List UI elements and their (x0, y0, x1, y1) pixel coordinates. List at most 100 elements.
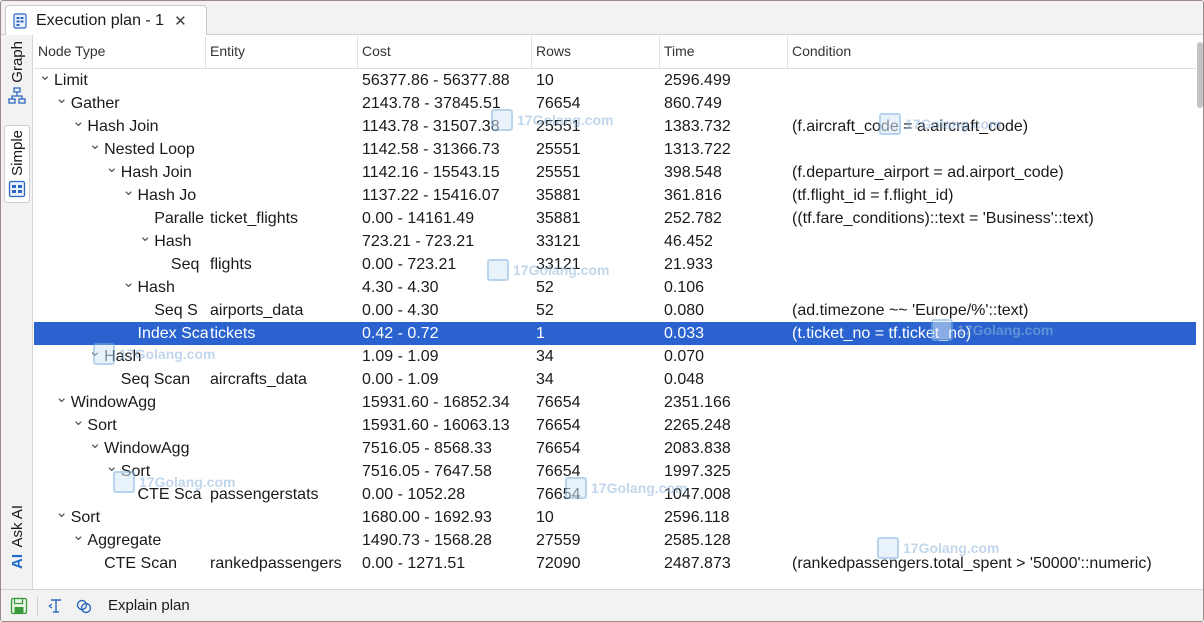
table-row[interactable]: ⌄ Hash Join 1142.16 - 15543.15 25551 398.548… (34, 161, 1196, 184)
vertical-scrollbar[interactable] (1196, 36, 1203, 588)
cost-cell: 0.00 - 1052.28 (362, 486, 466, 503)
chevron-down-icon[interactable]: ⌄ (105, 161, 119, 175)
table-row[interactable]: ⌄ Nested Loop 1142.58 - 31366.73 25551 1313.… (34, 138, 1196, 161)
node-type-label: Index Scar (137, 325, 209, 342)
entity-cell (210, 161, 358, 184)
time-cell: 1383.732 (664, 118, 731, 135)
table-row[interactable]: Seq flights 0.00 - 723.21 33121 21.933 (34, 253, 1196, 276)
node-type-label: Seq Scan (120, 371, 191, 388)
tab-ask-ai[interactable]: Ask AI AI (4, 505, 30, 569)
table-row[interactable]: CTE Sca passengerstats 0.00 - 1052.28 76654… (34, 483, 1196, 506)
scrollbar-thumb[interactable] (1197, 42, 1203, 108)
table-row[interactable]: ⌄ Sort 7516.05 - 7647.58 76654 1997.325 (34, 460, 1196, 483)
entity-cell: ticket_flights (210, 210, 299, 227)
table-row[interactable]: Seq Scan aircrafts_data 0.00 - 1.09 34 0.048 (34, 368, 1196, 391)
chevron-down-icon[interactable]: ⌄ (88, 437, 102, 451)
bottom-toolbar: Explain plan (1, 589, 1203, 621)
table-row[interactable]: ⌄ Hash Join 1143.78 - 31507.38 25551 1383.73… (34, 115, 1196, 138)
chevron-down-icon[interactable]: ⌄ (122, 184, 136, 198)
table-row[interactable]: CTE Scan rankedpassengers 0.00 - 1271.51 72… (34, 552, 1196, 575)
condition-cell (792, 368, 1196, 391)
table-row[interactable]: Seq S airports_data 0.00 - 4.30 52 0.080 (ad.… (34, 299, 1196, 322)
explain-plan-button[interactable]: Explain plan (108, 597, 190, 614)
tab-graph[interactable]: Graph (4, 41, 30, 105)
node-type-cell: ⌄ Hash Join (34, 161, 208, 184)
rows-cell: 25551 (536, 164, 581, 181)
table-row[interactable]: ⌄ Hash Jo 1137.22 - 15416.07 35881 361.816 (t… (34, 184, 1196, 207)
entity-cell (210, 414, 358, 437)
node-type-cell: ⌄ Hash (34, 230, 208, 253)
time-cell: 0.070 (664, 348, 705, 365)
condition-cell (792, 138, 1196, 161)
column-header-time[interactable]: Time (660, 36, 788, 69)
table-row[interactable]: ⌄ Sort 15931.60 - 16063.13 76654 2265.248 (34, 414, 1196, 437)
entity-cell: tickets (210, 325, 256, 342)
time-cell: 252.782 (664, 210, 722, 227)
time-cell: 398.548 (664, 164, 722, 181)
entity-cell: airports_data (210, 302, 304, 319)
tab-title: Execution plan - 1 (36, 11, 165, 29)
table-row[interactable]: ⌄ Hash 723.21 - 723.21 33121 46.452 (34, 230, 1196, 253)
chevron-down-icon[interactable]: ⌄ (138, 230, 152, 244)
column-header-rows[interactable]: Rows (532, 36, 660, 69)
rows-cell: 76654 (536, 440, 581, 457)
condition-cell (792, 391, 1196, 414)
table-row[interactable]: ⌄ Aggregate 1490.73 - 1568.28 27559 2585.128 (34, 529, 1196, 552)
graph-tab-label: Graph (8, 41, 26, 83)
chevron-down-icon[interactable]: ⌄ (88, 138, 102, 152)
column-header-entity[interactable]: Entity (206, 36, 358, 69)
node-type-label: WindowAgg (104, 440, 190, 457)
simple-tab-label: Simple (8, 130, 26, 176)
cost-cell: 2143.78 - 37845.51 (362, 95, 501, 112)
chevron-down-icon[interactable]: ⌄ (71, 529, 85, 543)
cost-cell: 0.00 - 1271.51 (362, 555, 466, 572)
rows-cell: 72090 (536, 555, 581, 572)
column-header-node-type[interactable]: Node Type (34, 36, 206, 69)
chevron-down-icon[interactable]: ⌄ (38, 69, 52, 83)
chevron-down-icon[interactable]: ⌄ (55, 391, 69, 405)
chevron-down-icon[interactable]: ⌄ (71, 115, 85, 129)
table-row[interactable]: Paralle ticket_flights 0.00 - 14161.49 3588… (34, 207, 1196, 230)
node-type-cell: Paralle (34, 207, 208, 230)
close-icon[interactable]: ✕ (174, 12, 187, 30)
table-row[interactable]: ⌄ Gather 2143.78 - 37845.51 76654 860.749 (34, 92, 1196, 115)
chevron-down-icon[interactable]: ⌄ (55, 506, 69, 520)
tab-simple[interactable]: Simple (4, 125, 30, 203)
node-type-label: Sort (70, 509, 101, 526)
node-type-cell: ⌄ WindowAgg (34, 391, 208, 414)
chevron-down-icon[interactable]: ⌄ (105, 460, 119, 474)
table-row[interactable]: ⌄ Limit 56377.86 - 56377.88 10 2596.499 (34, 69, 1196, 92)
save-icon[interactable] (9, 596, 29, 616)
tab-execution-plan[interactable]: Execution plan - 1 ✕ (5, 5, 207, 35)
chevron-down-icon[interactable]: ⌄ (88, 345, 102, 359)
node-type-cell: ⌄ Sort (34, 506, 208, 529)
chevron-down-icon[interactable]: ⌄ (55, 92, 69, 106)
node-type-cell: ⌄ Hash Join (34, 115, 208, 138)
table-row[interactable]: Index Scar tickets 0.42 - 0.72 1 0.033 (t.tic… (34, 322, 1196, 345)
rows-cell: 52 (536, 279, 554, 296)
node-type-cell: ⌄ Hash (34, 345, 208, 368)
refresh-link-icon[interactable] (74, 596, 94, 616)
node-type-cell: Seq Scan (34, 368, 208, 391)
rows-cell: 35881 (536, 210, 581, 227)
cost-cell: 4.30 - 4.30 (362, 279, 439, 296)
node-type-label: Seq (170, 256, 200, 273)
entity-cell (210, 138, 358, 161)
text-cursor-icon[interactable] (46, 596, 66, 616)
condition-cell (792, 437, 1196, 460)
table-row[interactable]: ⌄ Hash 4.30 - 4.30 52 0.106 (34, 276, 1196, 299)
table-row[interactable]: ⌄ WindowAgg 15931.60 - 16852.34 76654 2351.1… (34, 391, 1196, 414)
table-row[interactable]: ⌄ WindowAgg 7516.05 - 8568.33 76654 2083.838 (34, 437, 1196, 460)
chevron-down-icon[interactable]: ⌄ (122, 276, 136, 290)
node-type-label: Limit (54, 72, 88, 89)
execution-plan-panel: Execution plan - 1 ✕ Graph Simple Ask AI… (0, 0, 1204, 622)
node-type-cell: CTE Sca (34, 483, 208, 506)
time-cell: 2351.166 (664, 394, 731, 411)
column-header-condition[interactable]: Condition (788, 36, 1196, 69)
column-header-cost[interactable]: Cost (358, 36, 532, 69)
table-row[interactable]: ⌄ Sort 1680.00 - 1692.93 10 2596.118 (34, 506, 1196, 529)
node-type-cell: ⌄ Sort (34, 460, 208, 483)
chevron-down-icon[interactable]: ⌄ (71, 414, 85, 428)
time-cell: 2596.499 (664, 72, 731, 89)
table-row[interactable]: ⌄ Hash 1.09 - 1.09 34 0.070 (34, 345, 1196, 368)
